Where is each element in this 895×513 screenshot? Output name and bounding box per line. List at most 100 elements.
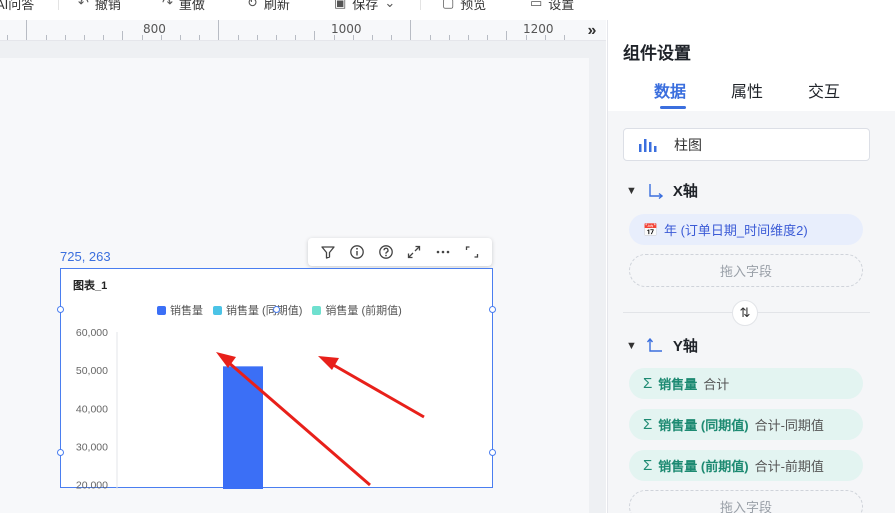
swap-axes-button[interactable]: ⇅ [732,300,758,326]
y-tick-label: 50,000 [76,365,108,377]
aggregation-label: 合计 [703,377,730,392]
legend-label: 销售量 [170,305,203,317]
legend-label: 销售量 (前期值) [325,305,402,317]
redo-button[interactable]: ↷ 重做 [162,0,205,12]
ruler-tick [26,20,27,40]
save-button[interactable]: ▣ 保存 ⌄ [334,0,395,12]
y-tick-label: 40,000 [76,403,108,415]
y-axis-field-chip[interactable]: Σ 销售量 合计 [629,368,863,399]
expand-panel-button[interactable]: » [578,20,606,40]
settings-tabs: 数据 属性 交互 [623,78,883,110]
preview-label: 预览 [460,0,487,12]
y-axis-label: Y轴 [672,338,698,355]
undo-button[interactable]: ↶ 撤销 [78,0,121,12]
legend-label: 销售量 (同期值) [226,305,303,317]
ruler-label: 1200 [523,22,554,36]
x-axis-section-header[interactable]: ▼ X轴 [626,180,698,201]
undo-icon: ↶ [78,0,89,11]
legend-item[interactable]: 销售量 [157,302,203,318]
x-axis-icon [649,183,663,199]
y-axis-field-chip[interactable]: Σ 销售量 (前期值) 合计-前期值 [629,450,863,481]
chart-type-select[interactable]: 柱图 [623,128,870,161]
ruler-tick [46,35,47,40]
y-axis-field-chip[interactable]: Σ 销售量 (同期值) 合计-同期值 [629,409,863,440]
ruler-tick [122,31,123,40]
ruler-tick [180,35,181,40]
save-label: 保存 [352,0,379,12]
refresh-button[interactable]: ↻ 刷新 [247,0,290,12]
more-icon[interactable] [433,242,453,262]
x-axis-field-chip[interactable]: 📅 年 (订单日期_时间维度2) [629,214,863,245]
ruler-tick [391,35,392,40]
date-dimension-icon: 📅 [643,222,658,237]
preview-icon: ▢ [442,0,455,11]
sigma-icon: Σ [643,416,653,433]
info-icon[interactable] [347,242,367,262]
chart-type-label: 柱图 [674,136,702,153]
toolbar-divider [420,0,421,10]
ruler-tick [487,35,488,40]
collapse-icon[interactable] [462,242,482,262]
legend-item[interactable]: 销售量 (同期值) [213,302,302,318]
ruler-tick [468,35,469,40]
resize-handle[interactable] [57,449,64,456]
ruler-tick [84,35,85,40]
y-tick-label: 60,000 [76,327,108,339]
double-chevron-right-icon: » [587,21,597,39]
horizontal-ruler: 800 1000 1200 » [0,20,606,41]
ruler-tick [218,20,219,40]
ruler-tick [564,35,565,40]
y-axis-drop-zone[interactable]: 拖入字段 [629,490,863,513]
legend-item[interactable]: 销售量 (前期值) [312,302,402,318]
ruler-tick [506,31,507,40]
tab-properties[interactable]: 属性 [731,78,763,102]
sigma-icon: Σ [643,375,653,392]
preview-button[interactable]: ▢ 预览 [442,0,486,12]
bar-chart-icon [639,138,657,152]
resize-handle[interactable] [489,306,496,313]
chart-widget[interactable]: 60,000 50,000 40,000 30,000 20,000 图表_1 销售量 … [60,268,493,489]
y-axis-section-header[interactable]: ▼ Y轴 [626,335,698,356]
ai-qa-button[interactable]: AI问答 [0,0,34,12]
ruler-tick [314,31,315,40]
ruler-tick [7,35,8,40]
chevron-down-icon: ▼ [626,339,637,352]
settings-icon: ▭ [530,0,543,11]
save-icon: ▣ [334,0,347,11]
y-axis-icon [646,337,662,352]
legend-swatch [213,305,222,315]
ruler-tick [65,35,66,40]
redo-label: 重做 [178,0,205,12]
ruler-label: 1000 [331,22,362,36]
help-icon[interactable] [376,242,396,262]
legend-swatch [312,305,322,315]
component-settings-panel: 组件设置 数据 属性 交互 柱图 ▼ X轴 📅 年 (订单日期_时间维度2) 拖… [607,20,895,513]
x-axis-field-label: 年 (订单日期_时间维度2) [663,223,808,238]
ruler-label: 800 [143,22,166,36]
settings-button[interactable]: ▭ 设置 [530,0,574,12]
ruler-tick [295,35,296,40]
measure-name: 销售量 [658,377,698,392]
ruler-tick [103,35,104,40]
chart-title: 图表_1 [73,280,108,292]
ruler-tick [449,35,450,40]
resize-handle[interactable] [489,449,496,456]
resize-handle[interactable] [273,306,280,313]
filter-icon[interactable] [318,242,338,262]
y-tick-label: 30,000 [76,442,108,454]
settings-label: 设置 [548,0,575,12]
ruler-tick [257,35,258,40]
resize-handle[interactable] [57,306,64,313]
bar[interactable] [223,366,263,489]
tab-data[interactable]: 数据 [654,78,686,102]
x-axis-drop-zone[interactable]: 拖入字段 [629,254,863,287]
chevron-down-icon: ▼ [626,184,637,197]
legend-swatch [157,305,166,315]
fullscreen-icon[interactable] [404,242,424,262]
ruler-tick [276,35,277,40]
active-tab-indicator [660,106,686,109]
swap-icon: ⇅ [739,305,751,321]
ruler-tick [238,35,239,40]
sigma-icon: Σ [643,457,653,474]
tab-interaction[interactable]: 交互 [808,78,840,102]
